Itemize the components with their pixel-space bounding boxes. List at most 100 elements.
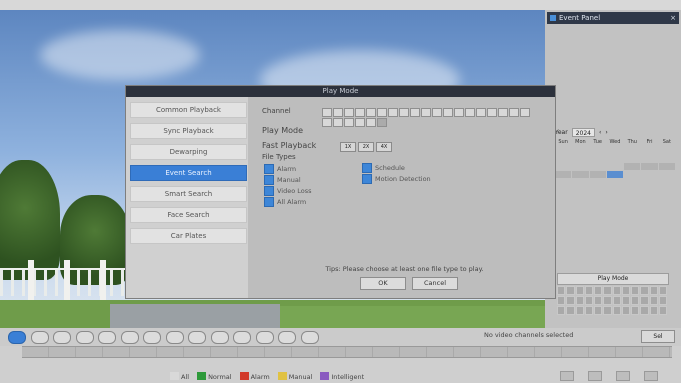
calendar-day[interactable] bbox=[641, 171, 657, 178]
year-select[interactable]: 2024 bbox=[571, 128, 595, 137]
channel-cell[interactable] bbox=[566, 306, 575, 315]
playback-control-icon[interactable] bbox=[233, 331, 251, 344]
calendar-day[interactable] bbox=[555, 147, 571, 154]
calendar-day[interactable] bbox=[555, 163, 571, 170]
calendar-day[interactable] bbox=[589, 171, 606, 178]
channel-chip[interactable] bbox=[399, 108, 409, 117]
channel-cell[interactable] bbox=[649, 306, 658, 315]
zoom-out-icon[interactable] bbox=[560, 371, 574, 381]
channel-cell[interactable] bbox=[640, 296, 649, 305]
calendar-day[interactable] bbox=[555, 171, 572, 178]
playback-control-icon[interactable] bbox=[30, 331, 49, 344]
channel-cell[interactable] bbox=[575, 286, 584, 295]
calendar-day[interactable] bbox=[572, 179, 588, 186]
channel-chip[interactable] bbox=[333, 118, 343, 127]
calendar-day[interactable] bbox=[555, 179, 571, 186]
channel-cell[interactable] bbox=[640, 286, 649, 295]
channel-chip[interactable] bbox=[432, 108, 442, 117]
calendar-day[interactable] bbox=[606, 171, 624, 178]
channel-cell[interactable] bbox=[594, 286, 603, 295]
channel-cell[interactable] bbox=[649, 286, 658, 295]
calendar-day[interactable] bbox=[607, 155, 623, 162]
channel-cell[interactable] bbox=[612, 306, 621, 315]
channel-cell[interactable] bbox=[631, 296, 640, 305]
channel-cell[interactable] bbox=[658, 296, 667, 305]
playback-control-icon[interactable] bbox=[300, 331, 319, 344]
channel-chip[interactable] bbox=[322, 108, 332, 117]
channel-chip[interactable] bbox=[410, 108, 420, 117]
calendar-day[interactable] bbox=[555, 155, 571, 162]
channel-cell[interactable] bbox=[631, 306, 640, 315]
channel-chip[interactable] bbox=[443, 108, 453, 117]
channel-chip[interactable] bbox=[344, 108, 354, 117]
play-mode-button[interactable]: Play Mode bbox=[557, 273, 669, 285]
filetype-schedule[interactable]: Schedule bbox=[362, 163, 405, 173]
channel-cell[interactable] bbox=[584, 306, 593, 315]
playback-control-icon[interactable] bbox=[278, 331, 296, 344]
calendar-day[interactable] bbox=[659, 155, 675, 162]
timeline[interactable] bbox=[22, 346, 672, 358]
sidebar-item-event-search[interactable]: Event Search bbox=[130, 165, 247, 181]
zoom-in-icon[interactable] bbox=[588, 371, 602, 381]
channel-cell[interactable] bbox=[649, 296, 658, 305]
select-dropdown[interactable]: Sel bbox=[641, 330, 675, 343]
speed-4x-button[interactable]: 4X bbox=[376, 142, 392, 152]
channel-chip[interactable] bbox=[377, 108, 387, 117]
playback-control-icon[interactable] bbox=[143, 331, 161, 344]
checkbox-icon[interactable] bbox=[264, 164, 274, 174]
calendar-day[interactable] bbox=[572, 147, 588, 154]
calendar-day[interactable] bbox=[624, 171, 640, 178]
filetype-all-alarm[interactable]: All Alarm bbox=[264, 197, 306, 207]
calendar-day[interactable] bbox=[607, 147, 623, 154]
channel-cell[interactable] bbox=[621, 306, 630, 315]
filetype-manual[interactable]: Manual bbox=[264, 175, 301, 185]
channel-cell[interactable] bbox=[612, 296, 621, 305]
calendar-day[interactable] bbox=[624, 155, 640, 162]
exit-icon[interactable] bbox=[644, 371, 658, 381]
channel-cell[interactable] bbox=[575, 296, 584, 305]
checkbox-icon[interactable] bbox=[362, 163, 372, 173]
channel-cell[interactable] bbox=[566, 286, 575, 295]
calendar-day[interactable] bbox=[641, 147, 657, 154]
sidebar-item-sync-playback[interactable]: Sync Playback bbox=[130, 123, 247, 139]
channel-cell[interactable] bbox=[603, 306, 612, 315]
checkbox-icon[interactable] bbox=[264, 175, 274, 185]
checkbox-icon[interactable] bbox=[264, 197, 274, 207]
channel-chip[interactable] bbox=[388, 108, 398, 117]
next-month-icon[interactable]: › bbox=[605, 128, 607, 137]
close-icon[interactable]: × bbox=[670, 12, 676, 24]
channel-chip[interactable] bbox=[421, 108, 431, 117]
channel-cell[interactable] bbox=[557, 286, 566, 295]
calendar-day[interactable] bbox=[590, 163, 606, 170]
channel-chip[interactable] bbox=[366, 108, 376, 117]
filetype-alarm[interactable]: Alarm bbox=[264, 164, 296, 174]
channel-chip[interactable] bbox=[487, 108, 497, 117]
calendar-day[interactable] bbox=[572, 171, 589, 178]
calendar-day[interactable] bbox=[624, 147, 640, 154]
calendar-day[interactable] bbox=[641, 163, 658, 170]
calendar-day[interactable] bbox=[590, 179, 606, 186]
channel-chip[interactable] bbox=[454, 108, 464, 117]
checkbox-icon[interactable] bbox=[264, 186, 274, 196]
channel-cell[interactable] bbox=[640, 306, 649, 315]
channel-chip[interactable] bbox=[509, 108, 519, 117]
channel-cell[interactable] bbox=[557, 296, 566, 305]
channel-chip[interactable] bbox=[465, 108, 475, 117]
calendar-day[interactable] bbox=[590, 147, 606, 154]
channel-chip[interactable] bbox=[476, 108, 486, 117]
channel-cell[interactable] bbox=[658, 306, 667, 315]
playback-control-icon[interactable] bbox=[8, 331, 26, 344]
channel-chip[interactable] bbox=[520, 108, 530, 117]
channel-cell[interactable] bbox=[603, 286, 612, 295]
channel-cell[interactable] bbox=[603, 296, 612, 305]
sidebar-item-common-playback[interactable]: Common Playback bbox=[130, 102, 247, 118]
fullscreen-icon[interactable] bbox=[616, 371, 630, 381]
calendar-day[interactable] bbox=[659, 147, 675, 154]
channel-cell[interactable] bbox=[594, 306, 603, 315]
channel-cell[interactable] bbox=[566, 296, 575, 305]
checkbox-icon[interactable] bbox=[362, 174, 372, 184]
playback-control-icon[interactable] bbox=[53, 331, 71, 344]
channel-cell[interactable] bbox=[584, 296, 593, 305]
calendar-day[interactable] bbox=[572, 163, 588, 170]
sidebar-item-dewarping[interactable]: Dewarping bbox=[130, 144, 247, 160]
